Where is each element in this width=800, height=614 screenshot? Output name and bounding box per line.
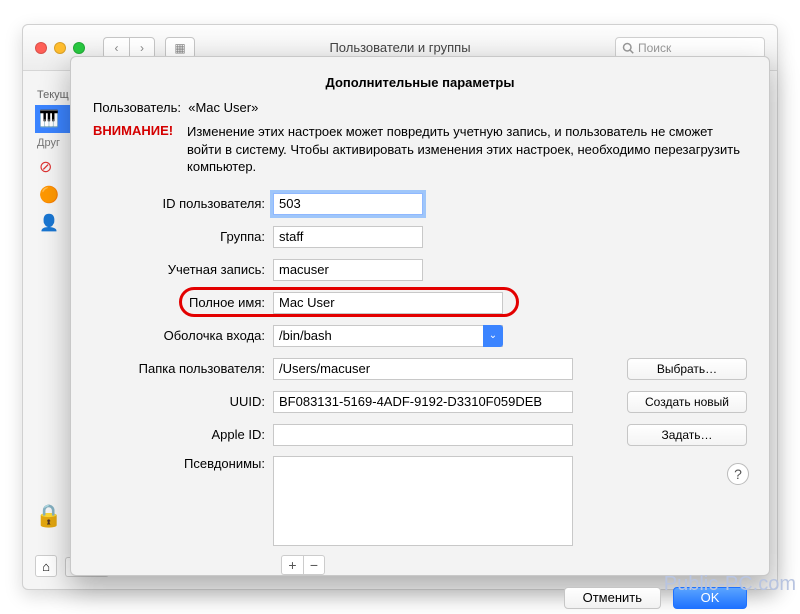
add-alias-button[interactable]: +	[281, 555, 303, 575]
apple-id-field[interactable]	[273, 424, 573, 446]
set-apple-id-button[interactable]: Задать…	[627, 424, 747, 446]
search-placeholder: Поиск	[638, 41, 671, 55]
sheet-footer: Отменить OK	[93, 575, 747, 609]
warning-text: Изменение этих настроек может повредить …	[187, 123, 747, 176]
zoom-icon[interactable]	[73, 42, 85, 54]
user-icon: 🎹	[39, 109, 59, 129]
login-options-button[interactable]: ⌂	[35, 555, 57, 577]
grid-icon: ▦	[174, 41, 185, 55]
label-home-dir: Папка пользователя:	[93, 361, 273, 376]
search-icon	[622, 42, 634, 54]
label-uuid: UUID:	[93, 394, 273, 409]
lock-icon[interactable]: 🔒	[35, 503, 62, 529]
create-new-uuid-button[interactable]: Создать новый	[627, 391, 747, 413]
user-icon: 🟠	[39, 185, 59, 205]
full-name-field[interactable]	[273, 292, 503, 314]
login-shell-select[interactable]: ⌄	[273, 325, 503, 347]
aliases-list[interactable]	[273, 456, 573, 546]
remove-alias-button[interactable]: −	[303, 555, 325, 575]
window-title: Пользователи и группы	[329, 40, 470, 55]
user-id-field[interactable]	[273, 193, 423, 215]
ok-button[interactable]: OK	[673, 587, 747, 609]
sheet-title: Дополнительные параметры	[93, 75, 747, 90]
close-icon[interactable]	[35, 42, 47, 54]
uuid-field[interactable]	[273, 391, 573, 413]
user-name: «Mac User»	[188, 100, 258, 115]
label-login-shell: Оболочка входа:	[93, 328, 273, 343]
account-field[interactable]	[273, 259, 423, 281]
help-button[interactable]: ?	[727, 463, 749, 485]
label-group: Группа:	[93, 229, 273, 244]
group-field[interactable]	[273, 226, 423, 248]
user-line: Пользователь: «Mac User»	[93, 100, 747, 115]
minimize-icon[interactable]	[54, 42, 66, 54]
label-aliases: Псевдонимы:	[93, 456, 273, 471]
home-icon: ⌂	[42, 559, 50, 574]
home-dir-field[interactable]	[273, 358, 573, 380]
guest-icon: 👤	[39, 213, 59, 233]
user-prefix: Пользователь:	[93, 100, 181, 115]
alias-add-remove: + −	[281, 555, 747, 575]
label-account: Учетная запись:	[93, 262, 273, 277]
advanced-options-sheet: Дополнительные параметры Пользователь: «…	[70, 56, 770, 576]
chevron-down-icon: ⌄	[483, 325, 503, 347]
label-apple-id: Apple ID:	[93, 427, 273, 442]
login-shell-field[interactable]	[273, 325, 503, 347]
label-full-name: Полное имя:	[93, 295, 273, 310]
warning-block: ВНИМАНИЕ! Изменение этих настроек может …	[93, 123, 747, 176]
label-user-id: ID пользователя:	[93, 196, 273, 211]
choose-home-button[interactable]: Выбрать…	[627, 358, 747, 380]
form: ID пользователя: Группа: Учетная запись:…	[93, 192, 747, 575]
traffic-lights[interactable]	[35, 42, 85, 54]
cancel-button[interactable]: Отменить	[564, 587, 661, 609]
user-off-icon: ⊘	[39, 157, 52, 177]
warning-label: ВНИМАНИЕ!	[93, 123, 179, 176]
